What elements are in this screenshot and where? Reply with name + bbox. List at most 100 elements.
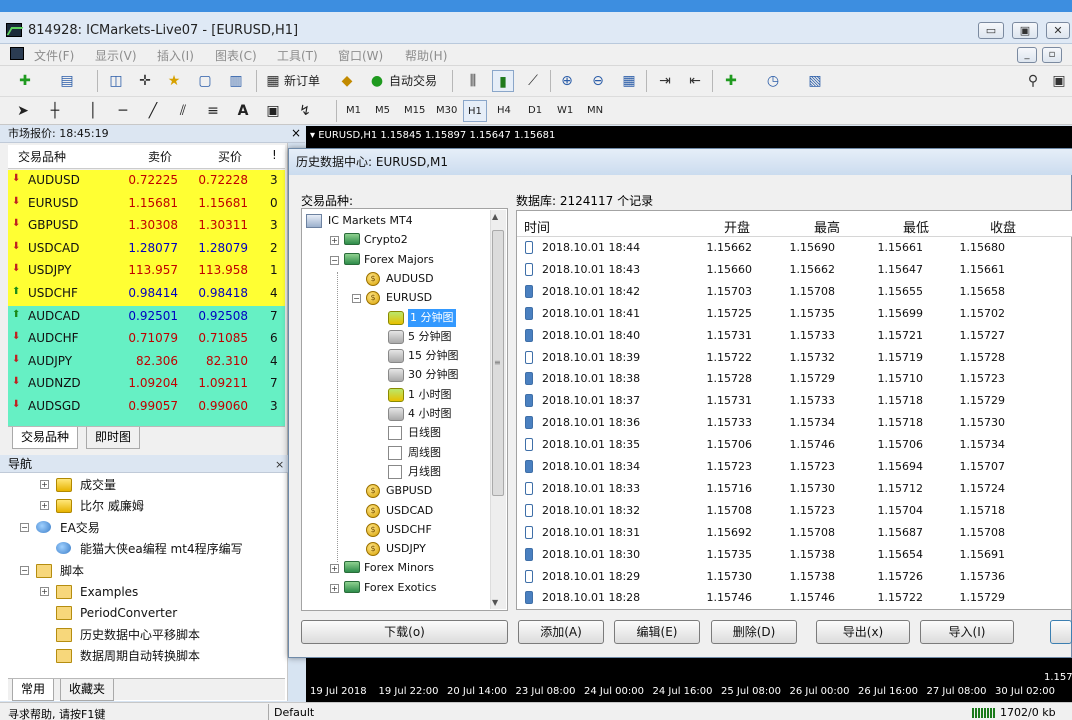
vertical-line-icon[interactable]: │ xyxy=(82,100,104,122)
close-dialog-button[interactable] xyxy=(1050,620,1072,644)
tree-node[interactable]: Forex Exotics xyxy=(364,579,437,597)
history-row[interactable]: 2018.10.01 18:43 1.15660 1.15662 1.15647 1.1… xyxy=(517,259,1072,281)
download-button[interactable]: 下载(o) xyxy=(301,620,508,644)
tree-node[interactable]: EURUSD xyxy=(386,289,432,307)
tree-node[interactable]: 5 分钟图 xyxy=(408,328,452,346)
market-watch-row[interactable]: ⬇ AUDUSD 0.72225 0.72228 3 xyxy=(8,170,285,193)
tree-node[interactable]: GBPUSD xyxy=(386,482,432,500)
history-row[interactable]: 2018.10.01 18:32 1.15708 1.15723 1.15704 1.1… xyxy=(517,500,1072,522)
tree-node[interactable]: 15 分钟图 xyxy=(408,347,459,365)
horizontal-line-icon[interactable]: ─ xyxy=(112,100,134,122)
history-row[interactable]: 2018.10.01 18:29 1.15730 1.15738 1.15726 1.1… xyxy=(517,566,1072,588)
navigator-close-icon[interactable]: × xyxy=(275,458,284,471)
tree-node[interactable]: 日线图 xyxy=(408,424,441,442)
column-header-close[interactable]: 收盘 xyxy=(990,217,1016,236)
market-watch-row[interactable]: ⬇ AUDCHF 0.71079 0.71085 6 xyxy=(8,328,285,351)
column-header-time[interactable]: 时间 xyxy=(524,217,550,236)
column-header-spread[interactable]: ! xyxy=(272,148,277,162)
column-header-ask[interactable]: 买价 xyxy=(218,148,242,165)
scroll-down-icon[interactable]: ▼ xyxy=(492,598,498,607)
column-header-open[interactable]: 开盘 xyxy=(724,217,750,236)
menu-file[interactable]: 文件(F) xyxy=(34,47,74,64)
zoom-out-icon[interactable]: ⊖ xyxy=(587,70,609,92)
text-tool-icon[interactable]: A xyxy=(232,100,254,122)
tree-node[interactable]: IC Markets MT4 xyxy=(328,212,413,230)
child-restore-button[interactable]: ▫ xyxy=(1042,47,1062,63)
history-row[interactable]: 2018.10.01 18:31 1.15692 1.15708 1.15687 1.1… xyxy=(517,522,1072,544)
periods-icon[interactable]: ◷ xyxy=(762,70,784,92)
tree-node[interactable]: AUDUSD xyxy=(386,270,434,288)
tree-node[interactable]: 周线图 xyxy=(408,444,441,462)
metaeditor-icon[interactable]: ◆ xyxy=(336,70,358,92)
timeframe-w1[interactable]: W1 xyxy=(553,100,577,122)
history-row[interactable]: 2018.10.01 18:28 1.15746 1.15746 1.15722 1.1… xyxy=(517,587,1072,609)
market-watch-row[interactable]: ⬇ USDJPY 113.957 113.958 1 xyxy=(8,260,285,283)
cursor-icon[interactable]: ➤ xyxy=(12,100,34,122)
bar-chart-icon[interactable]: ⫼ xyxy=(462,70,484,92)
market-watch-icon[interactable]: ◫ xyxy=(105,70,127,92)
zoom-in-icon[interactable]: ⊕ xyxy=(556,70,578,92)
navigator-item[interactable]: EA交易 xyxy=(60,519,100,537)
market-watch-row[interactable]: ⬇ EURUSD 1.15681 1.15681 0 xyxy=(8,192,285,216)
history-row[interactable]: 2018.10.01 18:37 1.15731 1.15733 1.15718 1.1… xyxy=(517,390,1072,412)
trendline-icon[interactable]: ╱ xyxy=(142,100,164,122)
column-header-symbol[interactable]: 交易品种 xyxy=(18,148,66,165)
market-watch-close-icon[interactable]: × xyxy=(291,126,301,140)
strategy-tester-icon[interactable]: ▥ xyxy=(225,70,247,92)
chart-shift-icon[interactable]: ⇥ xyxy=(654,70,676,92)
navigator-item[interactable]: 历史数据中心平移脚本 xyxy=(80,626,200,644)
terminal-icon[interactable]: ▢ xyxy=(194,70,216,92)
history-row[interactable]: 2018.10.01 18:33 1.15716 1.15730 1.15712 1.1… xyxy=(517,478,1072,500)
tree-expander-icon[interactable]: + xyxy=(330,583,339,593)
timeframe-h1[interactable]: H1 xyxy=(463,100,487,122)
text-label-icon[interactable]: ▣ xyxy=(262,100,284,122)
data-window-icon[interactable]: ★ xyxy=(163,70,185,92)
autoscroll-icon[interactable]: ⇤ xyxy=(684,70,706,92)
history-row[interactable]: 2018.10.01 18:30 1.15735 1.15738 1.15654 1.1… xyxy=(517,544,1072,566)
timeframe-d1[interactable]: D1 xyxy=(524,100,546,122)
new-order-button[interactable]: 新订单 xyxy=(284,70,320,92)
navigator-item[interactable]: 能猫大侠ea编程 mt4程序编写 xyxy=(80,540,243,558)
tree-node[interactable]: USDCHF xyxy=(386,521,432,539)
menu-chart[interactable]: 图表(C) xyxy=(215,47,257,64)
line-chart-icon[interactable]: ⟋ xyxy=(522,70,544,92)
tree-expander-icon[interactable]: + xyxy=(40,587,49,596)
channel-icon[interactable]: ⫽ xyxy=(172,100,194,122)
indicators-icon[interactable]: ✚ xyxy=(720,70,742,92)
market-watch-row[interactable]: ⬇ USDCAD 1.28077 1.28079 2 xyxy=(8,237,285,261)
delete-button[interactable]: 删除(D) xyxy=(711,620,797,644)
tab-favorites[interactable]: 收藏夹 xyxy=(60,679,115,701)
tree-node[interactable]: Crypto2 xyxy=(364,231,408,249)
history-row[interactable]: 2018.10.01 18:40 1.15731 1.15733 1.15721 1.1… xyxy=(517,325,1072,347)
import-button[interactable]: 导入(I) xyxy=(920,620,1014,644)
close-button[interactable]: ✕ xyxy=(1046,22,1070,39)
tile-windows-icon[interactable]: ▦ xyxy=(618,70,640,92)
market-watch-row[interactable]: ⬆ USDCHF 0.98414 0.98418 4 xyxy=(8,283,285,306)
tree-node[interactable]: 1 小时图 xyxy=(408,386,452,404)
timeframe-m30[interactable]: M30 xyxy=(432,100,461,122)
tree-node[interactable]: Forex Majors xyxy=(364,251,434,269)
tree-expander-icon[interactable]: + xyxy=(330,564,339,574)
candlestick-chart-icon[interactable]: ▮ xyxy=(492,70,514,92)
history-row[interactable]: 2018.10.01 18:36 1.15733 1.15734 1.15718 1.1… xyxy=(517,412,1072,434)
add-button[interactable]: 添加(A) xyxy=(518,620,604,644)
menu-insert[interactable]: 插入(I) xyxy=(157,47,194,64)
scroll-up-icon[interactable]: ▲ xyxy=(492,212,498,221)
tree-node[interactable]: 4 小时图 xyxy=(408,405,452,423)
tree-expander-icon[interactable]: + xyxy=(330,236,339,246)
column-header-low[interactable]: 最低 xyxy=(903,217,929,236)
timeframe-m15[interactable]: M15 xyxy=(400,100,429,122)
market-watch-row[interactable]: ⬇ AUDSGD 0.99057 0.99060 3 xyxy=(8,396,285,419)
menu-view[interactable]: 显示(V) xyxy=(95,47,137,64)
crosshair-icon[interactable]: ┼ xyxy=(44,100,66,122)
navigator-item[interactable]: 成交量 xyxy=(80,476,116,494)
column-header-bid[interactable]: 卖价 xyxy=(148,148,172,165)
navigator-item[interactable]: 比尔 威廉姆 xyxy=(80,497,144,515)
timeframe-m1[interactable]: M1 xyxy=(342,100,365,122)
history-row[interactable]: 2018.10.01 18:38 1.15728 1.15729 1.15710 1.1… xyxy=(517,368,1072,390)
history-row[interactable]: 2018.10.01 18:44 1.15662 1.15690 1.15661 1.1… xyxy=(517,237,1072,259)
navigator-item[interactable]: 数据周期自动转换脚本 xyxy=(80,647,200,665)
autotrade-button[interactable]: 自动交易 xyxy=(389,70,437,92)
menu-help[interactable]: 帮助(H) xyxy=(405,47,447,64)
tree-expander-icon[interactable]: − xyxy=(352,294,361,304)
